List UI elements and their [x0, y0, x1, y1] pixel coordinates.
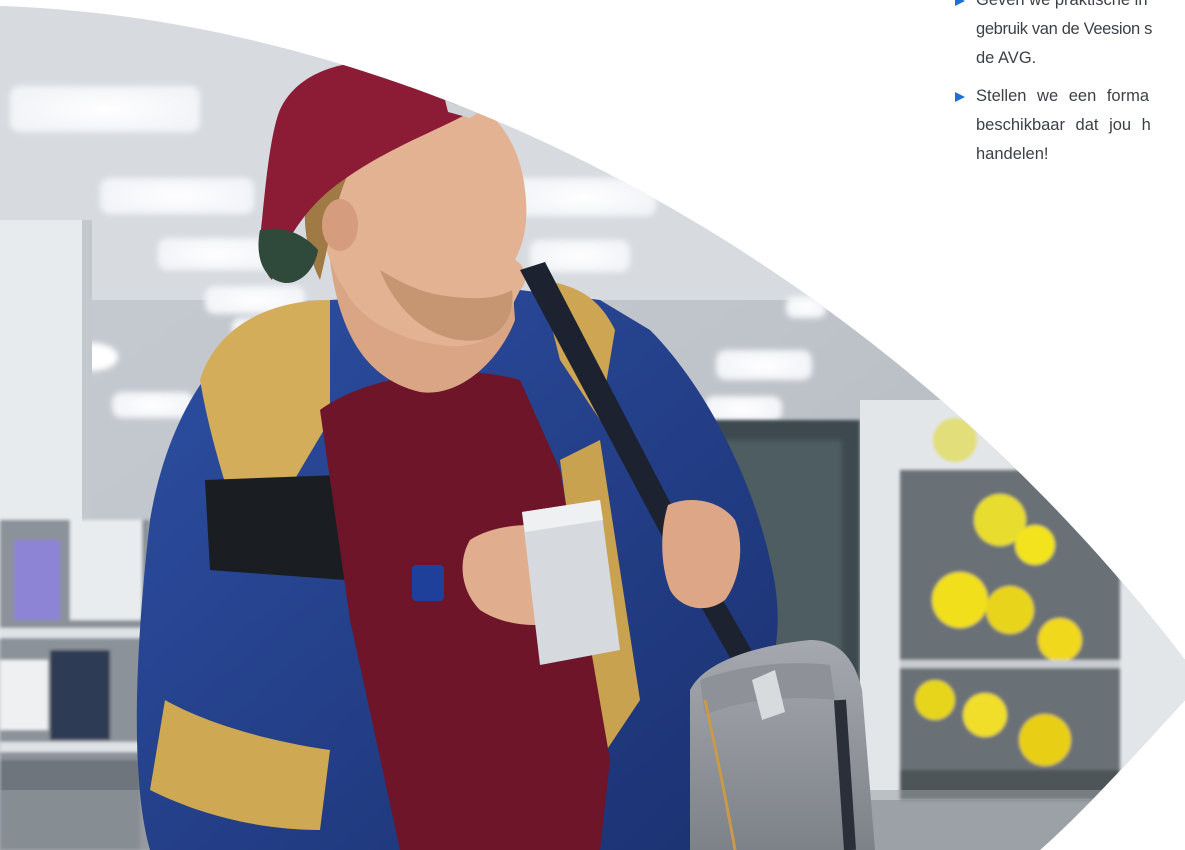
feature-text-line: gebruik van de Veesion s — [976, 20, 1152, 38]
triangle-right-icon — [955, 92, 965, 102]
feature-text-line: handelen! — [976, 145, 1049, 163]
feature-text-line: Geven we praktische in — [976, 0, 1148, 9]
feature-item-advice: Geven we praktische in gebruik van de Ve… — [952, 0, 1185, 73]
feature-item-form: Stellen we een forma beschikbaar dat jou… — [952, 82, 1185, 169]
page: Geven we praktische in gebruik van de Ve… — [0, 0, 1185, 850]
feature-text-line: de AVG. — [976, 49, 1037, 67]
feature-text-line: Stellen we een forma — [976, 87, 1150, 105]
feature-text-line: beschikbaar dat jou h — [976, 116, 1151, 134]
triangle-right-icon — [955, 0, 965, 6]
feature-list: Geven we praktische in gebruik van de Ve… — [952, 0, 1185, 178]
